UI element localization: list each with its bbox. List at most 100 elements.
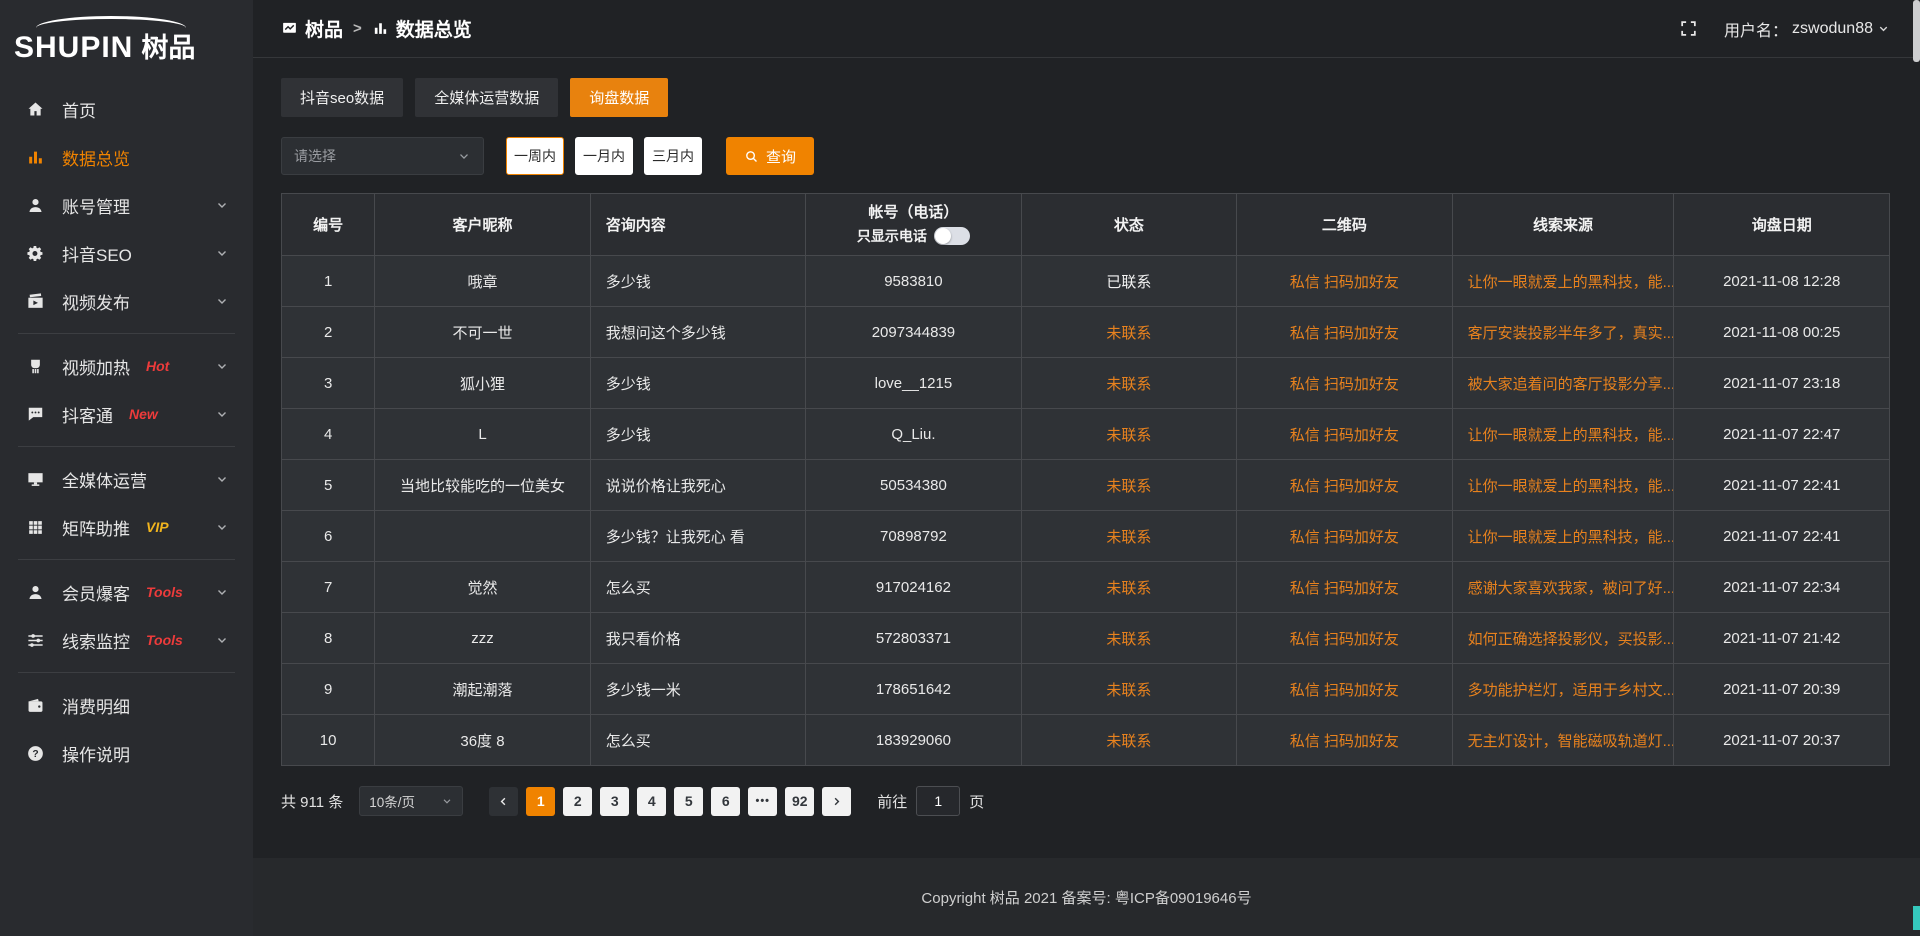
sidebar-item-operation-guide[interactable]: ? 操作说明 xyxy=(0,729,253,777)
gear-icon xyxy=(26,244,45,263)
sidebar-item-omnimedia-operation[interactable]: 全媒体运营 xyxy=(0,455,253,503)
goto-page-input[interactable] xyxy=(916,786,960,816)
user-menu[interactable]: 用户名： zswodun88 xyxy=(1724,17,1890,41)
source-link[interactable]: 让你一眼就爱上的黑科技，能... xyxy=(1468,427,1674,444)
page-button-2[interactable]: 2 xyxy=(563,787,592,816)
cell-content: 多少钱一米 xyxy=(590,664,805,715)
pages-ellipsis-button[interactable]: ••• xyxy=(748,787,777,816)
help-icon: ? xyxy=(26,744,45,763)
tab-inquiry-data[interactable]: 询盘数据 xyxy=(570,78,668,117)
source-link[interactable]: 多功能护栏灯，适用于乡村文... xyxy=(1468,682,1674,699)
account-select[interactable]: 请选择 xyxy=(281,137,484,175)
page-button-1[interactable]: 1 xyxy=(526,787,555,816)
main: 树品 > 数据总览 用户名： zswodun88 xyxy=(253,0,1920,936)
source-link[interactable]: 如何正确选择投影仪，买投影... xyxy=(1468,631,1674,648)
range-three-months-button[interactable]: 三月内 xyxy=(644,137,702,175)
chevron-down-icon xyxy=(215,633,229,647)
source-link[interactable]: 客厅安装投影半年多了，真实... xyxy=(1468,325,1674,342)
cell-id: 8 xyxy=(282,613,375,664)
cell-nickname: 潮起潮落 xyxy=(375,664,590,715)
cell-content: 说说价格让我死心 xyxy=(590,460,805,511)
qrcode-link[interactable]: 私信 扫码加好友 xyxy=(1290,580,1399,597)
col-nickname: 客户昵称 xyxy=(375,194,590,256)
cell-content: 多少钱？让我死心 看 xyxy=(590,511,805,562)
cell-account: 9583810 xyxy=(806,256,1021,307)
scrollbar[interactable] xyxy=(1913,0,1920,936)
sidebar-item-video-heating[interactable]: 视频加热 Hot xyxy=(0,342,253,390)
scrollbar-thumb[interactable] xyxy=(1913,0,1920,62)
footer: Copyright 树品 2021 备案号: 粤ICP备09019646号 xyxy=(253,858,1920,936)
qrcode-link[interactable]: 私信 扫码加好友 xyxy=(1290,325,1399,342)
qrcode-link[interactable]: 私信 扫码加好友 xyxy=(1290,529,1399,546)
cell-account: 70898792 xyxy=(806,511,1021,562)
sidebar-item-member-baoke[interactable]: 会员爆客 Tools xyxy=(0,568,253,616)
source-link[interactable]: 无主灯设计，智能磁吸轨道灯... xyxy=(1468,733,1674,750)
search-button[interactable]: 查询 xyxy=(726,137,814,175)
sidebar-item-consumption-details[interactable]: 消费明细 xyxy=(0,681,253,729)
new-badge: New xyxy=(129,406,158,422)
qrcode-link[interactable]: 私信 扫码加好友 xyxy=(1290,274,1399,291)
table-row: 10 36度 8 怎么买 183929060 未联系 私信 扫码加好友 无主灯设… xyxy=(282,715,1890,766)
chevron-down-icon xyxy=(215,472,229,486)
source-link[interactable]: 让你一眼就爱上的黑科技，能... xyxy=(1468,274,1674,291)
page-button-5[interactable]: 5 xyxy=(674,787,703,816)
source-link[interactable]: 让你一眼就爱上的黑科技，能... xyxy=(1468,478,1674,495)
sidebar-item-home[interactable]: 首页 xyxy=(0,85,253,133)
sidebar-item-clue-monitoring[interactable]: 线索监控 Tools xyxy=(0,616,253,664)
qrcode-link[interactable]: 私信 扫码加好友 xyxy=(1290,631,1399,648)
range-one-month-button[interactable]: 一月内 xyxy=(575,137,633,175)
breadcrumb: 树品 > 数据总览 xyxy=(281,15,472,42)
search-icon xyxy=(744,149,759,164)
page-button-3[interactable]: 3 xyxy=(600,787,629,816)
cell-id: 2 xyxy=(282,307,375,358)
cell-date: 2021-11-07 20:39 xyxy=(1674,664,1890,715)
page-size-select[interactable]: 10条/页 xyxy=(359,786,463,816)
cell-id: 10 xyxy=(282,715,375,766)
prev-page-button[interactable] xyxy=(489,787,518,816)
cell-date: 2021-11-08 00:25 xyxy=(1674,307,1890,358)
source-link[interactable]: 感谢大家喜欢我家，被问了好... xyxy=(1468,580,1674,597)
cell-content: 我想问这个多少钱 xyxy=(590,307,805,358)
status-badge: 未联系 xyxy=(1106,376,1151,393)
sidebar-item-account-management[interactable]: 账号管理 xyxy=(0,181,253,229)
chevron-down-icon xyxy=(1877,22,1890,35)
bar-chart-icon xyxy=(372,20,389,37)
tab-douyin-seo-data[interactable]: 抖音seo数据 xyxy=(281,78,403,117)
qrcode-link[interactable]: 私信 扫码加好友 xyxy=(1290,478,1399,495)
cell-content: 怎么买 xyxy=(590,715,805,766)
cell-account: 2097344839 xyxy=(806,307,1021,358)
page-button-6[interactable]: 6 xyxy=(711,787,740,816)
sidebar-item-video-publish[interactable]: 视频发布 xyxy=(0,277,253,325)
breadcrumb-item-data-overview[interactable]: 数据总览 xyxy=(372,15,472,42)
next-page-button[interactable] xyxy=(822,787,851,816)
phone-only-toggle[interactable] xyxy=(934,227,970,245)
page-button-4[interactable]: 4 xyxy=(637,787,666,816)
status-badge: 未联系 xyxy=(1106,580,1151,597)
fullscreen-icon[interactable] xyxy=(1679,19,1698,38)
sidebar-item-douketong[interactable]: 抖客通 New xyxy=(0,390,253,438)
sidebar-item-matrix-boost[interactable]: 矩阵助推 VIP xyxy=(0,503,253,551)
qrcode-link[interactable]: 私信 扫码加好友 xyxy=(1290,427,1399,444)
qrcode-link[interactable]: 私信 扫码加好友 xyxy=(1290,376,1399,393)
source-link[interactable]: 被大家追着问的客厅投影分享... xyxy=(1468,376,1674,393)
cell-date: 2021-11-07 23:18 xyxy=(1674,358,1890,409)
qrcode-link[interactable]: 私信 扫码加好友 xyxy=(1290,733,1399,750)
range-one-week-button[interactable]: 一周内 xyxy=(506,137,564,175)
cell-date: 2021-11-07 22:34 xyxy=(1674,562,1890,613)
sidebar-item-label: 视频发布 xyxy=(62,289,130,314)
select-placeholder: 请选择 xyxy=(294,146,336,166)
status-badge: 未联系 xyxy=(1106,631,1151,648)
vip-badge: VIP xyxy=(146,519,169,535)
cell-account: 572803371 xyxy=(806,613,1021,664)
copyright-text: Copyright 树品 2021 备案号: 粤ICP备09019646号 xyxy=(921,887,1251,908)
source-link[interactable]: 让你一眼就爱上的黑科技，能... xyxy=(1468,529,1674,546)
sidebar-item-label: 会员爆客 xyxy=(62,580,130,605)
page-button-92[interactable]: 92 xyxy=(785,787,814,816)
sidebar-item-data-overview[interactable]: 数据总览 xyxy=(0,133,253,181)
status-badge: 未联系 xyxy=(1106,478,1151,495)
breadcrumb-item-shupin[interactable]: 树品 xyxy=(281,15,343,42)
menu-divider xyxy=(18,446,235,447)
tab-omnimedia-data[interactable]: 全媒体运营数据 xyxy=(415,78,558,117)
sidebar-item-douyin-seo[interactable]: 抖音SEO xyxy=(0,229,253,277)
qrcode-link[interactable]: 私信 扫码加好友 xyxy=(1290,682,1399,699)
